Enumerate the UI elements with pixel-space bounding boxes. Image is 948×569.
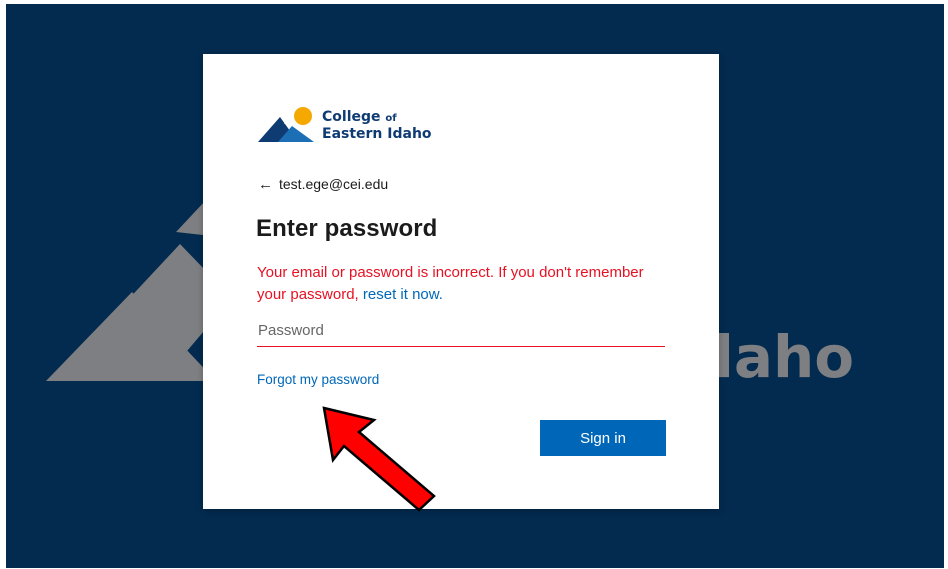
- identity-back-link[interactable]: ← test.ege@cei.edu: [258, 173, 388, 195]
- college-logo-mark: [258, 107, 314, 142]
- password-input[interactable]: [257, 315, 665, 347]
- college-logo-line2: Eastern Idaho: [322, 126, 432, 142]
- password-field-wrapper: [257, 315, 665, 349]
- identity-email: test.ege@cei.edu: [279, 176, 389, 192]
- red-arrow-annotation: [322, 406, 436, 512]
- reset-password-link[interactable]: reset it now.: [363, 286, 443, 303]
- page-background: laho College of Eastern Idaho ← test.ege…: [6, 4, 944, 568]
- sign-in-button[interactable]: Sign in: [540, 420, 666, 456]
- error-message: Your email or password is incorrect. If …: [257, 262, 667, 306]
- back-arrow-icon[interactable]: ←: [258, 176, 273, 193]
- error-text: Your email or password is incorrect. If …: [257, 264, 644, 303]
- college-logo: College of Eastern Idaho: [258, 104, 458, 148]
- background-wordmark: laho: [714, 323, 855, 391]
- page-title: Enter password: [256, 215, 438, 242]
- college-logo-line1: College of: [322, 109, 397, 125]
- sign-in-card: College of Eastern Idaho ← test.ege@cei.…: [203, 54, 719, 509]
- forgot-password-link[interactable]: Forgot my password: [257, 372, 379, 387]
